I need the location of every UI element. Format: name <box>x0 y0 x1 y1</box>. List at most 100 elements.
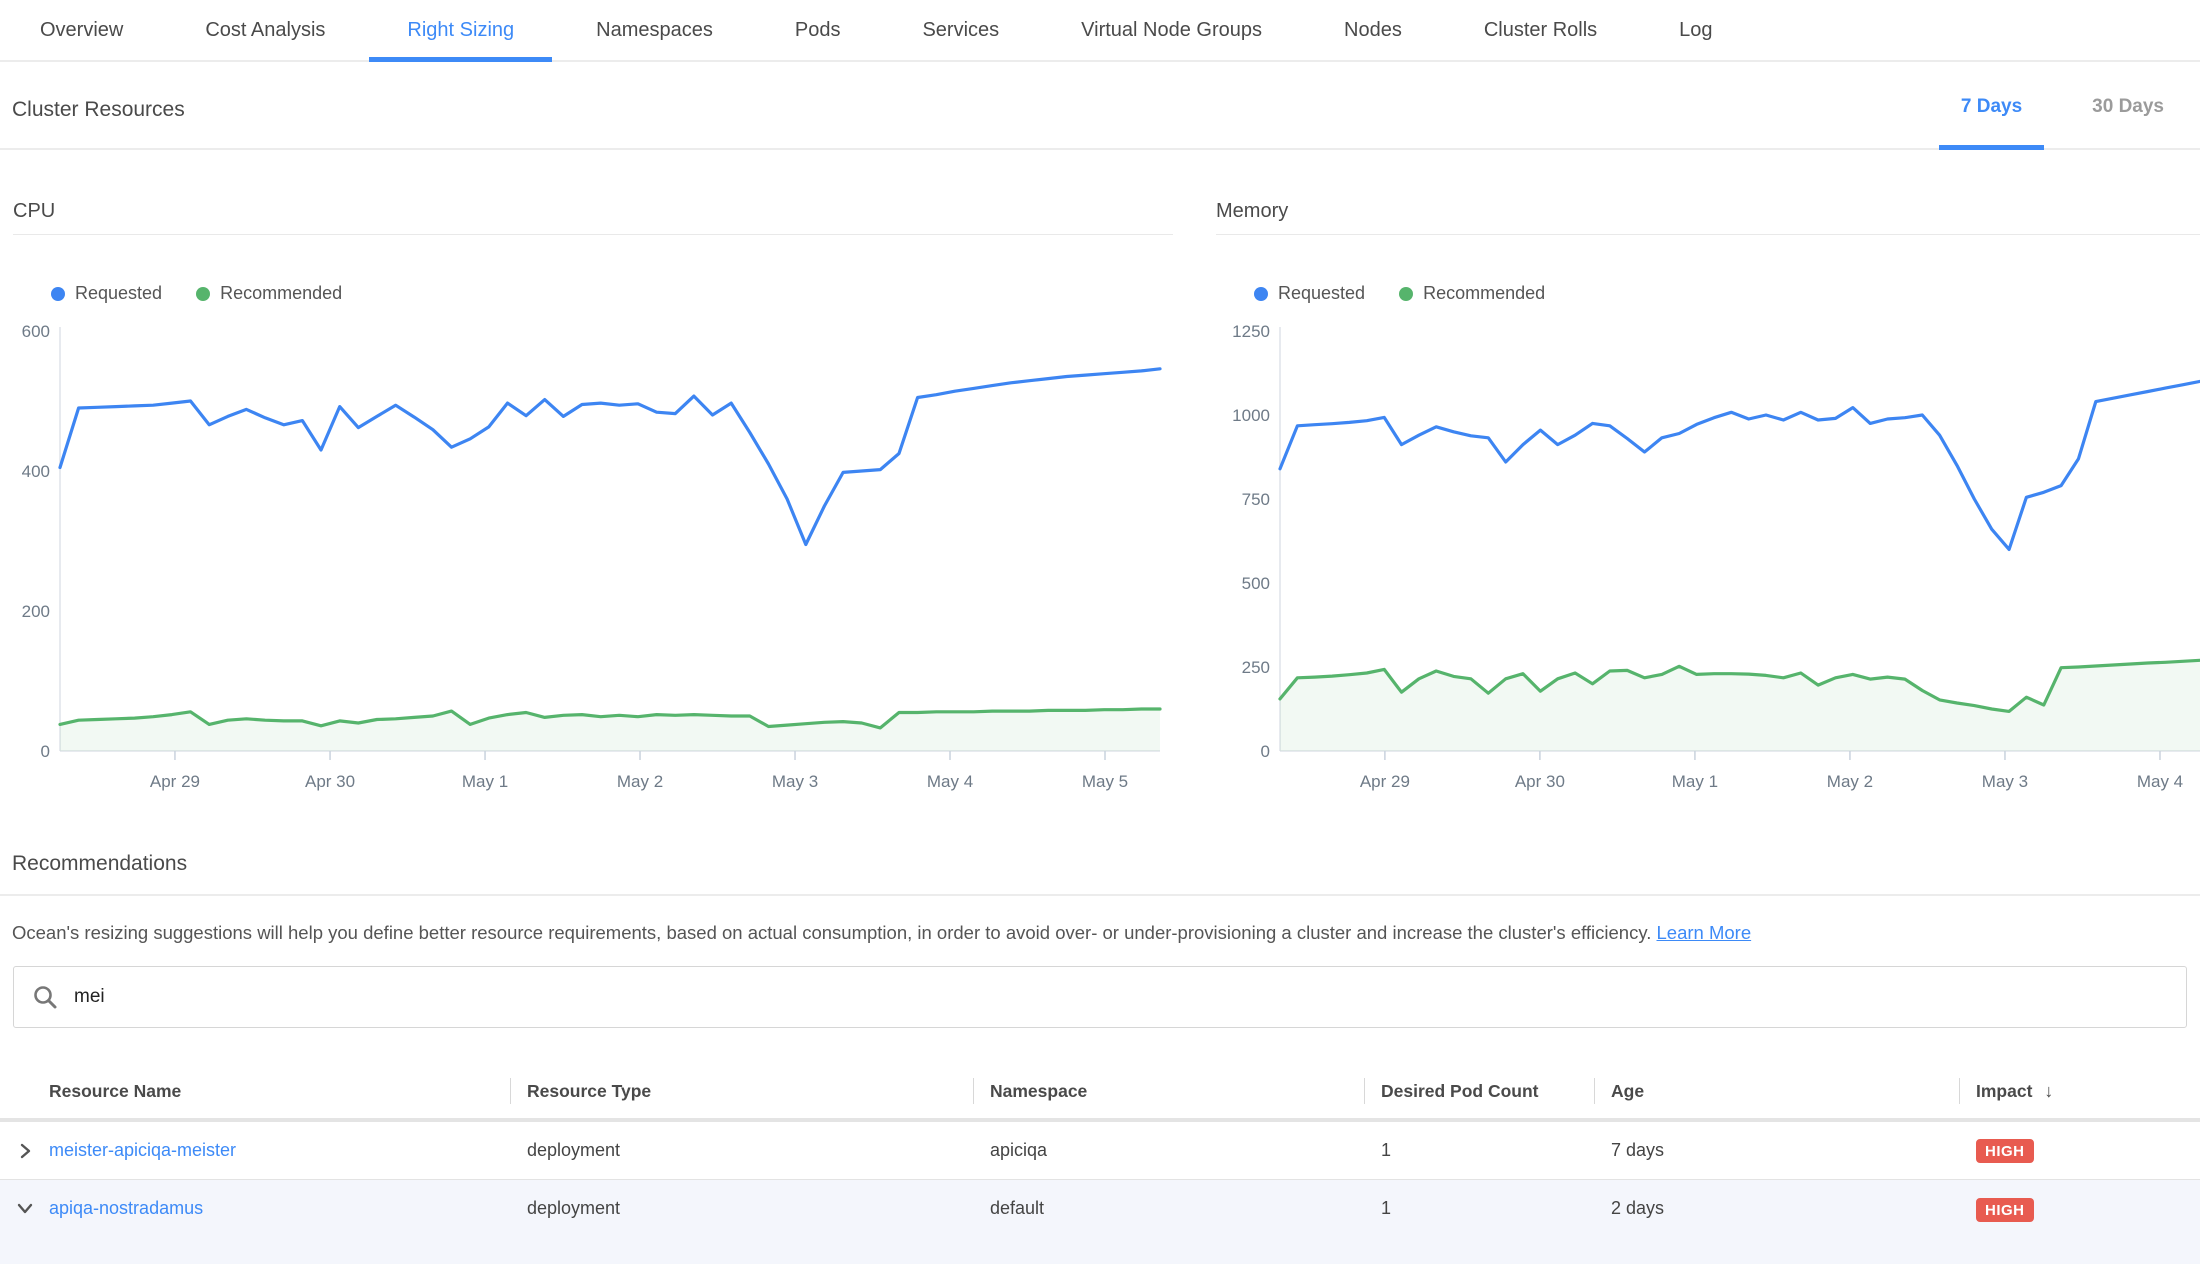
column-namespace[interactable]: Namespace <box>973 1064 1364 1118</box>
time-range-toggle: 7 Days 30 Days <box>1939 96 2186 148</box>
svg-text:250: 250 <box>1242 658 1270 677</box>
cpu-legend: Requested Recommended <box>51 283 1173 304</box>
chevron-right-icon[interactable] <box>0 1122 49 1179</box>
resource-name-link[interactable]: meister-apiciqa-meister <box>49 1140 236 1160</box>
svg-text:May 3: May 3 <box>772 772 818 791</box>
legend-recommended-label: Recommended <box>1423 283 1545 304</box>
impact-cell: HIGH <box>1959 1139 2200 1163</box>
svg-text:Apr 29: Apr 29 <box>1360 772 1410 791</box>
impact-cell: HIGH <box>1959 1198 2200 1222</box>
svg-text:Apr 30: Apr 30 <box>1515 772 1565 791</box>
svg-text:0: 0 <box>41 742 50 761</box>
impact-high-badge: HIGH <box>1976 1139 2034 1163</box>
resource-name-link[interactable]: apiqa-nostradamus <box>49 1198 203 1218</box>
resource-type-cell: deployment <box>510 1140 973 1161</box>
age-cell: 2 days <box>1594 1198 1959 1219</box>
svg-text:1000: 1000 <box>1232 406 1270 425</box>
svg-text:200: 200 <box>22 602 50 621</box>
description-text: Ocean's resizing suggestions will help y… <box>12 922 1651 943</box>
legend-requested-label: Requested <box>1278 283 1365 304</box>
tab-nodes[interactable]: Nodes <box>1306 0 1440 60</box>
svg-text:0: 0 <box>1261 742 1270 761</box>
tab-pods[interactable]: Pods <box>757 0 879 60</box>
svg-text:May 4: May 4 <box>2137 772 2183 791</box>
svg-text:400: 400 <box>22 462 50 481</box>
charts-row: CPU Requested Recommended 0 200 400 600 Apr … <box>0 200 2200 806</box>
tab-overview[interactable]: Overview <box>2 0 161 60</box>
legend-recommended: Recommended <box>1399 283 1545 304</box>
column-age[interactable]: Age <box>1594 1064 1959 1118</box>
tab-cluster-rolls[interactable]: Cluster Rolls <box>1446 0 1635 60</box>
namespace-cell: apiciqa <box>973 1140 1364 1161</box>
desired-pod-count-cell: 1 <box>1364 1198 1594 1219</box>
svg-text:Apr 29: Apr 29 <box>150 772 200 791</box>
recommendations-header: Recommendations <box>0 852 2200 876</box>
recommendations-description: Ocean's resizing suggestions will help y… <box>12 922 2188 944</box>
memory-chart: 0 250 500 750 1000 1250 Apr 29 Apr 30 May 1 May 2… <box>1216 316 2200 806</box>
range-7-days[interactable]: 7 Days <box>1939 96 2044 148</box>
svg-text:May 4: May 4 <box>927 772 973 791</box>
svg-text:May 2: May 2 <box>1827 772 1873 791</box>
column-resource-type[interactable]: Resource Type <box>510 1064 973 1118</box>
legend-requested: Requested <box>51 283 162 304</box>
column-resource-name[interactable]: Resource Name <box>49 1064 510 1118</box>
cpu-chart-title: CPU <box>13 200 1173 235</box>
column-desired-pod-count[interactable]: Desired Pod Count <box>1364 1064 1594 1118</box>
tab-namespaces[interactable]: Namespaces <box>558 0 751 60</box>
svg-text:May 2: May 2 <box>617 772 663 791</box>
svg-text:May 1: May 1 <box>462 772 508 791</box>
age-cell: 7 days <box>1594 1140 1959 1161</box>
cpu-chart-panel: CPU Requested Recommended 0 200 400 600 Apr … <box>13 200 1173 806</box>
resource-type-cell: deployment <box>510 1198 973 1219</box>
chevron-down-icon[interactable] <box>0 1198 49 1218</box>
search-input[interactable] <box>74 986 2168 1008</box>
requested-dot-icon <box>51 287 65 301</box>
tab-services[interactable]: Services <box>884 0 1037 60</box>
recommended-dot-icon <box>1399 287 1413 301</box>
column-impact-label: Impact <box>1976 1081 2032 1102</box>
legend-recommended: Recommended <box>196 283 342 304</box>
memory-legend: Requested Recommended <box>1254 283 2200 304</box>
learn-more-link[interactable]: Learn More <box>1657 922 1752 943</box>
svg-text:May 5: May 5 <box>1082 772 1128 791</box>
column-impact[interactable]: Impact ↓ <box>1959 1064 2200 1118</box>
recommendations-table: Resource Name Resource Type Namespace De… <box>0 1064 2200 1264</box>
search-box[interactable] <box>13 966 2187 1028</box>
legend-requested-label: Requested <box>75 283 162 304</box>
table-header: Resource Name Resource Type Namespace De… <box>0 1064 2200 1122</box>
resource-name-cell: meister-apiciqa-meister <box>49 1140 510 1161</box>
namespace-cell: default <box>973 1198 1364 1219</box>
divider <box>0 894 2200 896</box>
memory-chart-title: Memory <box>1216 200 2200 235</box>
requested-dot-icon <box>1254 287 1268 301</box>
svg-text:Apr 30: Apr 30 <box>305 772 355 791</box>
memory-chart-panel: Memory Requested Recommended 0 250 500 750 1… <box>1216 200 2200 806</box>
sort-descending-icon[interactable]: ↓ <box>2044 1081 2053 1102</box>
tab-log[interactable]: Log <box>1641 0 1750 60</box>
desired-pod-count-cell: 1 <box>1364 1140 1594 1161</box>
cluster-resources-header: Cluster Resources 7 Days 30 Days <box>0 62 2200 150</box>
svg-text:600: 600 <box>22 322 50 341</box>
section-title: Cluster Resources <box>12 98 185 148</box>
svg-text:500: 500 <box>1242 574 1270 593</box>
tab-cost-analysis[interactable]: Cost Analysis <box>167 0 363 60</box>
expander-column-header <box>0 1064 49 1118</box>
table-row[interactable]: apiqa-nostradamus deployment default 1 2… <box>0 1180 2200 1264</box>
impact-high-badge: HIGH <box>1976 1198 2034 1222</box>
table-row[interactable]: meister-apiciqa-meister deployment apici… <box>0 1122 2200 1180</box>
legend-requested: Requested <box>1254 283 1365 304</box>
tab-virtual-node-groups[interactable]: Virtual Node Groups <box>1043 0 1300 60</box>
recommendations-title: Recommendations <box>12 852 2188 876</box>
svg-text:1250: 1250 <box>1232 322 1270 341</box>
range-30-days[interactable]: 30 Days <box>2070 96 2186 148</box>
resource-name-cell: apiqa-nostradamus <box>49 1198 510 1219</box>
recommended-dot-icon <box>196 287 210 301</box>
svg-text:750: 750 <box>1242 490 1270 509</box>
tab-right-sizing[interactable]: Right Sizing <box>369 0 552 60</box>
search-icon <box>32 984 58 1010</box>
legend-recommended-label: Recommended <box>220 283 342 304</box>
svg-text:May 3: May 3 <box>1982 772 2028 791</box>
cpu-chart: 0 200 400 600 Apr 29 Apr 30 May 1 May 2 May 3 May… <box>13 316 1173 806</box>
tab-bar: Overview Cost Analysis Right Sizing Name… <box>0 0 2200 62</box>
svg-text:May 1: May 1 <box>1672 772 1718 791</box>
